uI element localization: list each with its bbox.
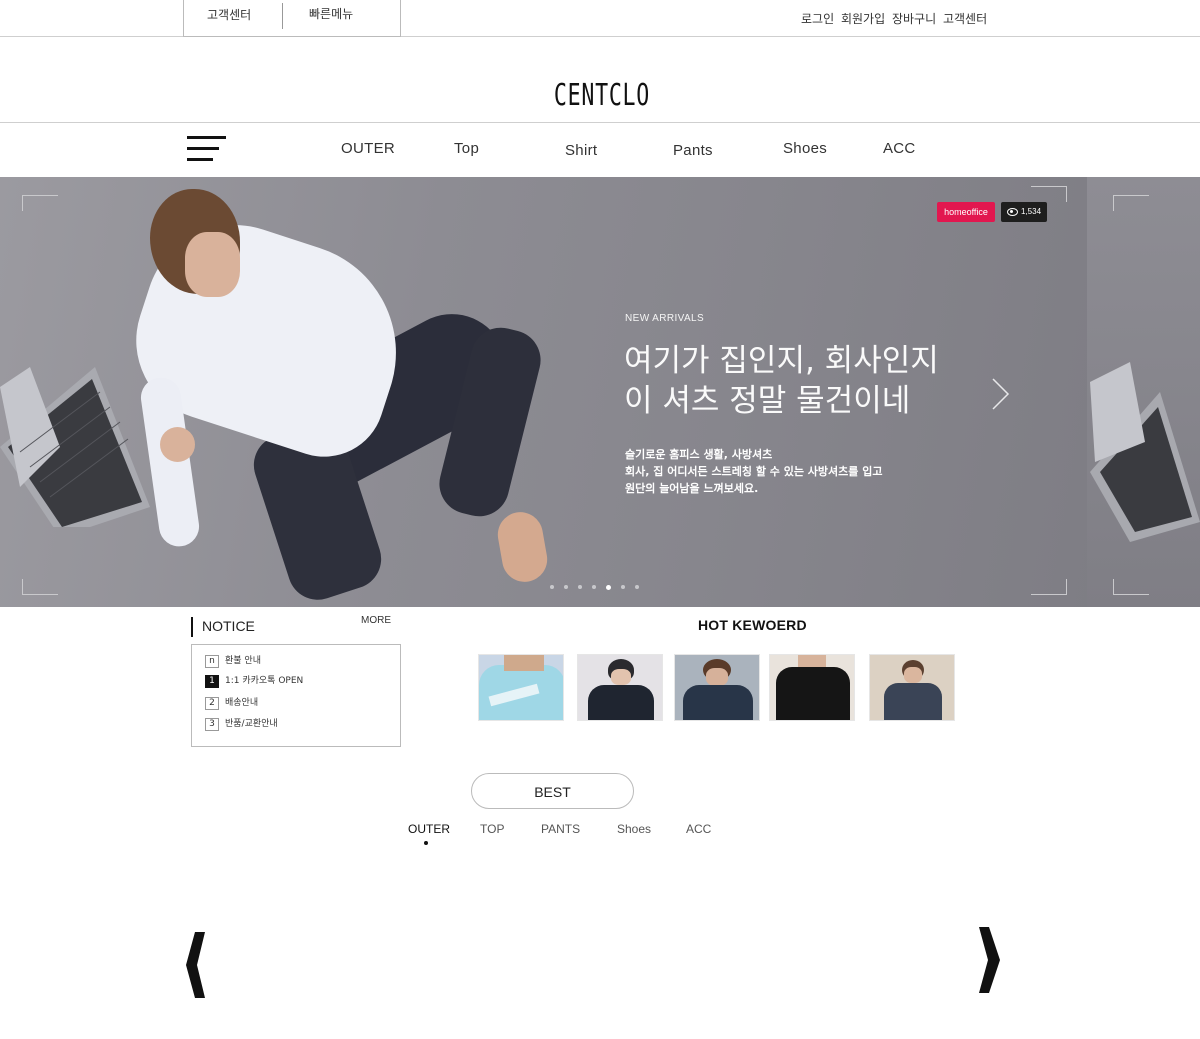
notice-list: n 환불 안내 1 1:1 카카오톡 OPEN 2 배송안내 3 반품/교환안내 bbox=[191, 644, 401, 747]
active-tab-indicator bbox=[424, 841, 428, 845]
hero-description: 슬기로운 홈피스 생활, 사방셔츠 회사, 집 어디서든 스트레칭 할 수 있는… bbox=[625, 446, 882, 497]
chevron-right-large-icon[interactable] bbox=[976, 925, 1006, 995]
notice-more-link[interactable]: MORE bbox=[361, 615, 391, 626]
hero-title-line-2: 이 셔츠 정말 물건이네 bbox=[624, 383, 911, 419]
notice-badge: 1 bbox=[205, 675, 219, 688]
hot-keyword-thumb[interactable] bbox=[769, 654, 855, 721]
frame-corner bbox=[22, 579, 58, 595]
cart-link[interactable]: 장바구니 bbox=[892, 12, 936, 26]
frame-corner bbox=[1113, 579, 1149, 595]
notice-item[interactable]: 3 반품/교환안내 bbox=[205, 717, 278, 731]
best-button[interactable]: BEST bbox=[471, 773, 634, 809]
frame-corner bbox=[1031, 579, 1067, 595]
notice-item-text: 1:1 카카오톡 OPEN bbox=[225, 676, 304, 686]
slide-dot[interactable] bbox=[592, 585, 596, 589]
top-left-menu-box: 고객센터 빠른메뉴 bbox=[183, 0, 401, 37]
quick-menu-link[interactable]: 빠른메뉴 bbox=[309, 5, 353, 22]
notice-badge: n bbox=[205, 655, 219, 668]
top-menu-divider bbox=[282, 3, 283, 29]
hamburger-menu-icon[interactable] bbox=[187, 136, 227, 162]
best-tab-pants[interactable]: PANTS bbox=[541, 822, 580, 836]
nav-item-acc[interactable]: ACC bbox=[883, 140, 916, 157]
account-links: 로그인 회원가입 장바구니 고객센터 bbox=[801, 10, 990, 27]
top-utility-bar: 고객센터 빠른메뉴 로그인 회원가입 장바구니 고객센터 bbox=[0, 0, 1200, 37]
slide-dot[interactable] bbox=[564, 585, 568, 589]
hero-desc-line-3: 원단의 늘어남을 느껴보세요. bbox=[625, 482, 759, 495]
slide-dot[interactable] bbox=[606, 585, 611, 590]
slide-indicators bbox=[550, 585, 649, 591]
frame-corner bbox=[1113, 195, 1149, 211]
hero-desc-line-1: 슬기로운 홈피스 생활, 사방셔츠 bbox=[625, 448, 773, 461]
header-divider bbox=[0, 122, 1200, 123]
nav-item-shoes[interactable]: Shoes bbox=[783, 140, 827, 157]
hero-title: 여기가 집인지, 회사인지 이 셔츠 정말 물건이네 bbox=[624, 341, 939, 421]
frame-corner bbox=[1031, 186, 1067, 202]
hot-keyword-thumb[interactable] bbox=[674, 654, 760, 721]
signup-link[interactable]: 회원가입 bbox=[841, 12, 885, 26]
homeoffice-badge: homeoffice bbox=[937, 202, 995, 222]
hot-keyword-thumb[interactable] bbox=[577, 654, 663, 721]
nav-item-outer[interactable]: OUTER bbox=[341, 140, 395, 157]
best-tab-shoes[interactable]: Shoes bbox=[617, 822, 651, 836]
notice-item[interactable]: n 환불 안내 bbox=[205, 654, 261, 668]
laptop-image-peek bbox=[1090, 362, 1200, 542]
notice-item-text: 배송안내 bbox=[225, 698, 259, 708]
eye-icon bbox=[1007, 208, 1018, 216]
notice-badge: 3 bbox=[205, 718, 219, 731]
chevron-left-icon[interactable] bbox=[183, 930, 213, 1000]
site-logo[interactable]: CENTCLO bbox=[170, 78, 1034, 113]
hot-keyword-title: HOT KEWOERD bbox=[698, 617, 807, 633]
nav-item-shirt[interactable]: Shirt bbox=[565, 142, 597, 159]
frame-corner bbox=[22, 195, 58, 211]
hero-banner[interactable]: homeoffice 1,534 NEW ARRIVALS 여기가 집인지, 회… bbox=[0, 177, 1200, 607]
notice-badge: 2 bbox=[205, 697, 219, 710]
view-count-badge: 1,534 bbox=[1001, 202, 1047, 222]
best-tab-acc[interactable]: ACC bbox=[686, 822, 711, 836]
notice-title: NOTICE bbox=[191, 617, 255, 637]
nav-item-pants[interactable]: Pants bbox=[673, 142, 713, 159]
hot-keyword-thumb[interactable] bbox=[869, 654, 955, 721]
hero-desc-line-2: 회사, 집 어디서든 스트레칭 할 수 있는 사방셔츠를 입고 bbox=[625, 465, 883, 478]
laptop-image bbox=[0, 367, 150, 527]
customer-center-top-link[interactable]: 고객센터 bbox=[943, 12, 987, 26]
customer-center-link[interactable]: 고객센터 bbox=[207, 6, 251, 23]
notice-item[interactable]: 1 1:1 카카오톡 OPEN bbox=[205, 674, 303, 688]
chevron-right-icon[interactable] bbox=[990, 377, 1010, 411]
view-count: 1,534 bbox=[1021, 207, 1042, 216]
slide-dot[interactable] bbox=[578, 585, 582, 589]
slide-dot[interactable] bbox=[621, 585, 625, 589]
notice-item-text: 반품/교환안내 bbox=[225, 719, 278, 729]
notice-item[interactable]: 2 배송안내 bbox=[205, 696, 258, 710]
hero-eyebrow: NEW ARRIVALS bbox=[625, 313, 705, 324]
page: 고객센터 빠른메뉴 로그인 회원가입 장바구니 고객센터 CENTCLO OUT… bbox=[0, 0, 1200, 1039]
nav-item-top[interactable]: Top bbox=[454, 140, 479, 157]
hot-keyword-thumb[interactable] bbox=[478, 654, 564, 721]
best-tab-outer[interactable]: OUTER bbox=[408, 822, 450, 836]
best-tab-top[interactable]: TOP bbox=[480, 822, 504, 836]
login-link[interactable]: 로그인 bbox=[801, 12, 834, 26]
slide-dot[interactable] bbox=[550, 585, 554, 589]
notice-item-text: 환불 안내 bbox=[225, 656, 261, 666]
hero-title-line-1: 여기가 집인지, 회사인지 bbox=[624, 343, 939, 379]
slide-dot[interactable] bbox=[635, 585, 639, 589]
